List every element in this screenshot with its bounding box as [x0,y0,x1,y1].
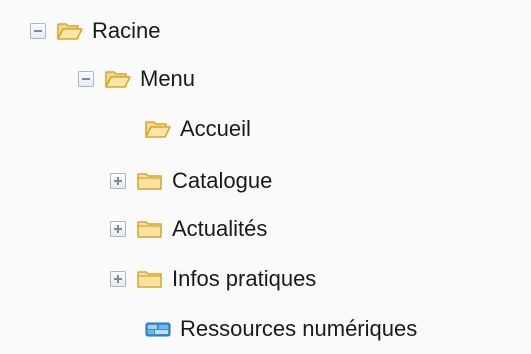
tree-node-ressources-numeriques[interactable]: Ressources numériques [118,314,417,344]
tree-node-catalogue[interactable]: Catalogue [110,166,272,196]
expand-icon[interactable] [110,271,126,287]
tree-view: Racine Menu Accueil Catalogue Actualités… [0,0,531,354]
tree-node-label: Catalogue [172,168,273,193]
folder-closed-icon [136,268,164,290]
tree-node-accueil[interactable]: Accueil [118,114,251,144]
tree-node-racine[interactable]: Racine [30,16,160,46]
tree-node-label: Accueil [180,116,251,141]
folder-open-icon [144,118,172,140]
collapse-icon[interactable] [78,71,94,87]
tree-node-label: Racine [92,18,161,43]
folder-open-icon [56,20,84,42]
folder-closed-icon [136,170,164,192]
tree-node-label: Menu [140,66,196,91]
folder-open-icon [104,68,132,90]
folder-closed-icon [136,218,164,240]
tree-node-label: Actualités [172,216,268,241]
collapse-icon[interactable] [30,23,46,39]
digital-resources-icon [144,318,172,340]
expand-icon[interactable] [110,221,126,237]
tree-node-label: Infos pratiques [172,266,317,291]
expand-icon[interactable] [110,173,126,189]
tree-node-actualites[interactable]: Actualités [110,214,267,244]
tree-node-menu[interactable]: Menu [78,64,195,94]
tree-node-label: Ressources numériques [180,316,418,341]
tree-node-infos-pratiques[interactable]: Infos pratiques [110,264,316,294]
